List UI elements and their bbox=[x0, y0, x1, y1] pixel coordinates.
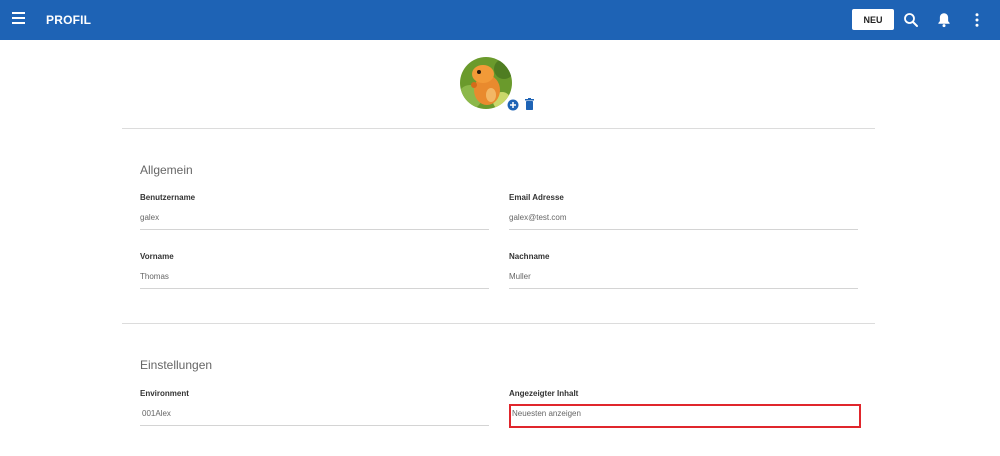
avatar[interactable] bbox=[460, 57, 512, 109]
email-underline bbox=[509, 229, 858, 230]
section-divider bbox=[122, 323, 875, 324]
lastname-field[interactable]: Muller bbox=[509, 272, 531, 281]
email-label: Email Adresse bbox=[509, 193, 564, 202]
new-button[interactable]: NEU bbox=[852, 9, 894, 30]
page-title: PROFIL bbox=[46, 13, 92, 27]
environment-label: Environment bbox=[140, 389, 189, 398]
search-icon[interactable] bbox=[902, 11, 920, 29]
section-title-settings: Einstellungen bbox=[140, 358, 213, 372]
username-label: Benutzername bbox=[140, 193, 196, 202]
username-underline bbox=[140, 229, 489, 230]
add-circle-icon[interactable] bbox=[507, 99, 519, 111]
environment-underline bbox=[140, 425, 489, 426]
lastname-label: Nachname bbox=[509, 252, 550, 261]
environment-select[interactable]: 001Alex bbox=[142, 409, 171, 418]
firstname-label: Vorname bbox=[140, 252, 174, 261]
firstname-underline bbox=[140, 288, 489, 289]
bell-icon[interactable] bbox=[935, 11, 953, 29]
menu-icon[interactable] bbox=[12, 12, 26, 28]
top-app-bar: PROFIL NEU bbox=[0, 0, 1000, 40]
content-highlight-box bbox=[509, 404, 861, 428]
lastname-underline bbox=[509, 288, 858, 289]
email-field[interactable]: galex@test.com bbox=[509, 213, 566, 222]
more-vert-icon[interactable] bbox=[968, 11, 986, 29]
content-label: Angezeigter Inhalt bbox=[509, 389, 579, 398]
trash-icon[interactable] bbox=[525, 98, 534, 110]
section-title-general: Allgemein bbox=[140, 163, 193, 177]
firstname-field[interactable]: Thomas bbox=[140, 272, 169, 281]
username-field[interactable]: galex bbox=[140, 213, 159, 222]
section-divider bbox=[122, 128, 875, 129]
